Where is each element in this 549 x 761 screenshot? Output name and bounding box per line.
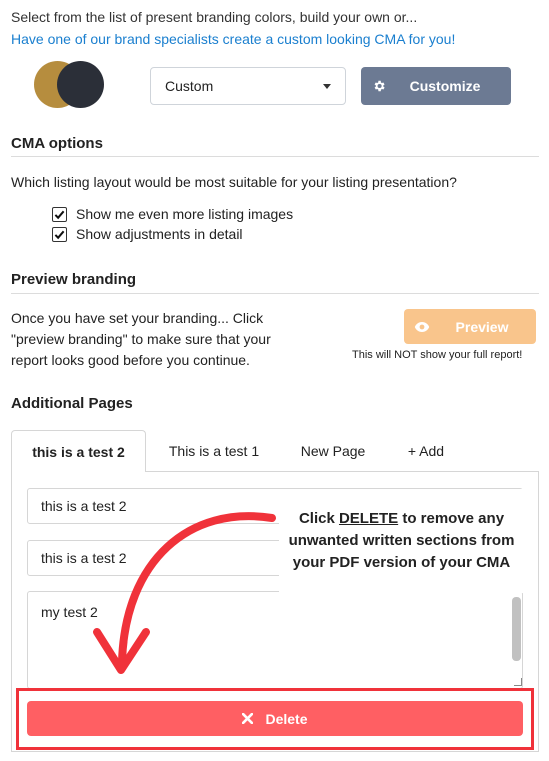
callout-text: Click DELETE to remove any unwanted writ… [279,508,524,574]
page-tabs: this is a test 2 This is a test 1 New Pa… [11,430,539,472]
branding-intro: Select from the list of present branding… [11,9,418,25]
adjustments-label: Show adjustments in detail [76,226,243,242]
preview-note: This will NOT show your full report! [352,349,523,361]
gear-icon [361,79,397,93]
page-body-value: my test 2 [41,604,98,620]
chevron-down-icon [323,83,331,89]
adjustments-checkbox[interactable] [52,226,67,242]
page-body-textarea[interactable]: my test 2 [27,591,523,689]
divider [11,293,539,294]
branding-preset-select[interactable]: Custom [150,67,346,105]
page-title-value: this is a test 2 [41,498,127,514]
close-icon [242,711,254,727]
check-icon [54,230,65,239]
tab-this-is-a-test-2[interactable]: this is a test 2 [11,430,146,472]
resize-handle[interactable] [514,678,522,686]
preview-label: Preview [455,318,509,335]
tab-new-page[interactable]: New Page [287,430,379,472]
checkbox-row-more-images[interactable]: Show me even more listing images [52,206,293,222]
more-images-label: Show me even more listing images [76,206,294,222]
color-swatches [34,61,104,111]
tab-this-is-a-test-1[interactable]: This is a test 1 [154,430,274,472]
callout-keyword: DELETE [338,510,399,527]
tab-add-page[interactable]: + Add [394,430,458,472]
eye-icon [404,321,440,333]
layout-question: Which listing layout would be most suita… [11,174,457,190]
textarea-scrollbar[interactable] [512,597,521,661]
customize-button[interactable]: Customize [361,67,511,105]
customize-label: Customize [409,78,481,94]
cma-options-title: CMA options [11,135,103,152]
preview-branding-title: Preview branding [11,271,137,288]
delete-button[interactable]: Delete [27,701,523,736]
divider [11,156,539,157]
preview-button[interactable]: Preview [404,309,536,344]
delete-label: Delete [265,710,308,727]
brand-specialist-link[interactable]: Have one of our brand specialists create… [11,31,455,47]
preview-description: Once you have set your branding... Click… [11,310,271,368]
delete-callout: Click DELETE to remove any unwanted writ… [279,489,524,593]
select-value: Custom [165,78,214,94]
checkbox-row-adjustments[interactable]: Show adjustments in detail [52,226,243,242]
callout-before: Click [298,510,335,527]
additional-pages-title: Additional Pages [11,395,133,412]
check-icon [54,210,65,219]
section-title-value: this is a test 2 [41,550,127,566]
more-images-checkbox[interactable] [52,206,67,222]
swatch-dark [57,61,104,108]
